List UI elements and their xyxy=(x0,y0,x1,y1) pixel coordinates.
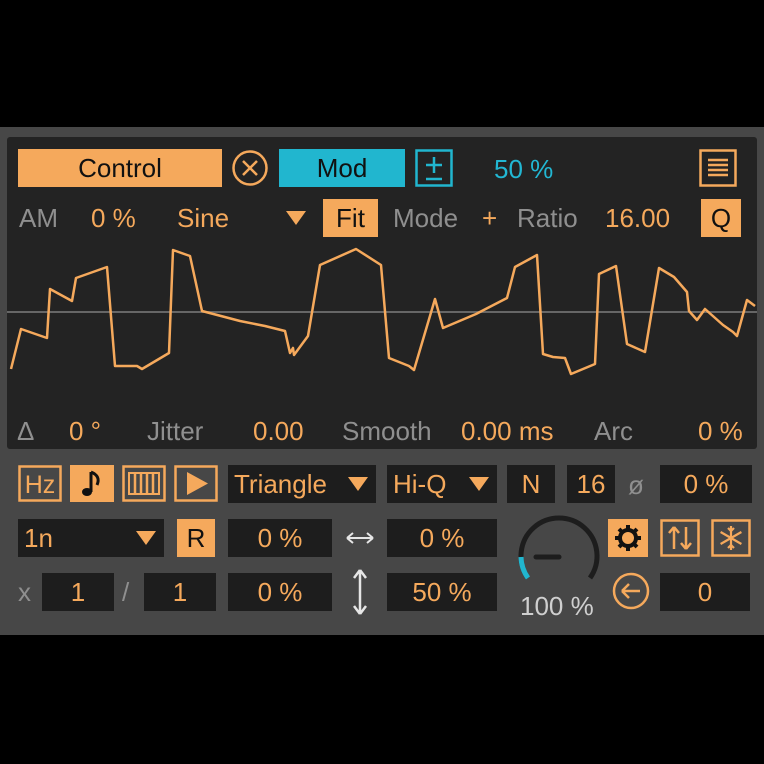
ratio-value[interactable]: 16.00 xyxy=(605,203,670,233)
lfo-display: Control Mod 50 % AM 0 % Sine Fit Mode + … xyxy=(7,137,757,449)
swap-icon[interactable] xyxy=(660,519,700,557)
q-button[interactable]: Q xyxy=(701,199,741,237)
x-label: x xyxy=(18,577,31,607)
snowflake-icon[interactable] xyxy=(711,519,751,557)
note-icon[interactable] xyxy=(70,465,114,502)
dropdown-arrow-icon xyxy=(136,531,156,545)
mod-amount[interactable]: 50 % xyxy=(494,154,553,184)
device-panel: Control Mod 50 % AM 0 % Sine Fit Mode + … xyxy=(0,127,764,635)
waveform-graph xyxy=(7,247,757,376)
back-arrow-icon[interactable] xyxy=(611,571,651,611)
divider-field[interactable]: 1 xyxy=(144,573,216,611)
r-button[interactable]: R xyxy=(177,519,215,557)
delta-label: Δ xyxy=(17,416,35,446)
dropdown-arrow-icon xyxy=(469,477,489,491)
shape-select[interactable]: Triangle xyxy=(228,465,376,503)
dropdown-arrow-icon[interactable] xyxy=(285,210,307,226)
rate-select[interactable]: 1n xyxy=(18,519,164,557)
ratio-label: Ratio xyxy=(517,203,578,233)
depth-field[interactable]: 50 % xyxy=(387,573,497,611)
quality-select[interactable]: Hi-Q xyxy=(387,465,497,503)
vertical-arrow-icon xyxy=(350,567,370,617)
hz-icon[interactable]: Hz xyxy=(18,465,62,502)
n-button[interactable]: N xyxy=(507,465,555,503)
offset2-field[interactable]: 0 % xyxy=(387,519,497,557)
mode-value[interactable]: + xyxy=(482,203,497,233)
fit-button[interactable]: Fit xyxy=(323,199,378,237)
am-label: AM xyxy=(19,203,58,233)
wave-select[interactable]: Sine xyxy=(177,203,229,233)
plus-minus-icon[interactable] xyxy=(415,149,453,187)
arc-value[interactable]: 0 % xyxy=(698,416,743,446)
jitter-value[interactable]: 0.00 xyxy=(253,416,304,446)
svg-text:Hz: Hz xyxy=(25,471,56,499)
jitter-label: Jitter xyxy=(147,416,204,446)
keyboard-icon[interactable] xyxy=(122,465,166,502)
knob-value: 100 % xyxy=(520,591,594,621)
gear-icon[interactable] xyxy=(608,519,648,557)
menu-icon[interactable] xyxy=(699,149,737,187)
slash-label: / xyxy=(122,577,130,607)
phase-value[interactable]: 0 % xyxy=(660,465,752,503)
dropdown-arrow-icon xyxy=(348,477,368,491)
arc-label: Arc xyxy=(594,416,633,446)
mod-button[interactable]: Mod xyxy=(279,149,405,187)
offset1-field[interactable]: 0 % xyxy=(228,519,332,557)
am-value[interactable]: 0 % xyxy=(91,203,136,233)
smooth-value[interactable]: 0.00 ms xyxy=(461,416,554,446)
reset-value-field[interactable]: 0 xyxy=(660,573,750,611)
offset3-field[interactable]: 0 % xyxy=(228,573,332,611)
control-button[interactable]: Control xyxy=(18,149,222,187)
delta-value[interactable]: 0 ° xyxy=(69,416,101,446)
play-icon[interactable] xyxy=(174,465,218,502)
phase-label: ø xyxy=(628,470,644,500)
smooth-label: Smooth xyxy=(342,416,432,446)
multiplier-field[interactable]: 1 xyxy=(42,573,114,611)
depth-knob[interactable] xyxy=(514,512,604,602)
mode-label: Mode xyxy=(393,203,459,233)
close-icon[interactable] xyxy=(231,149,269,187)
n-value[interactable]: 16 xyxy=(567,465,615,503)
horizontal-arrow-icon xyxy=(344,529,376,547)
